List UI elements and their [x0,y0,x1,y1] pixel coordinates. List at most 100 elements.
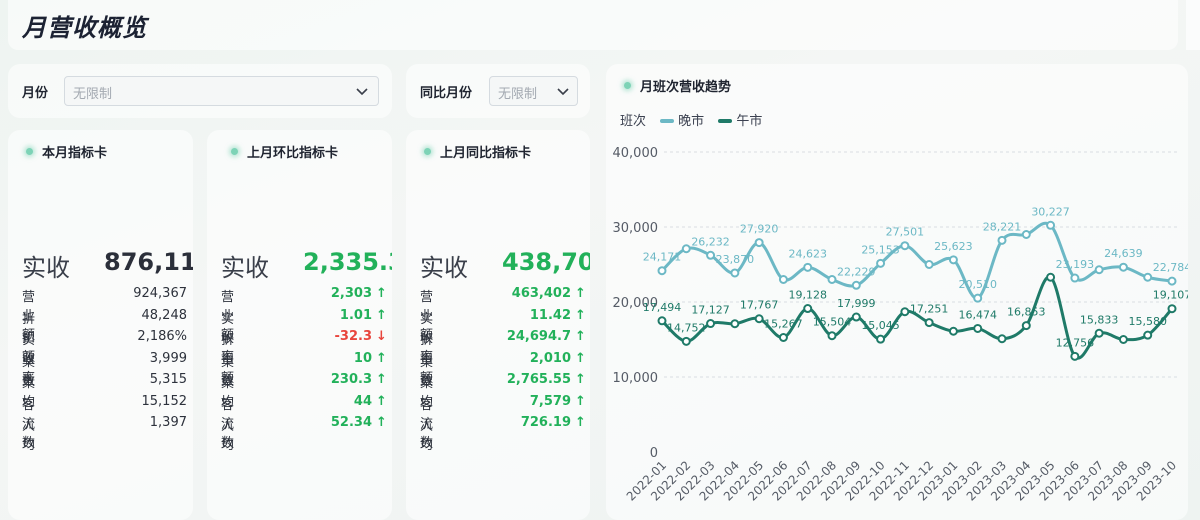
trend-chart-panel: 月班次营收趋势 班次 晚市 午市 0 10,000 20,000 30,000 40,0… [606,64,1188,520]
arrow-up-icon: ↑ [376,393,387,409]
data-label: 27,920 [740,223,779,236]
data-point [1070,351,1080,361]
data-point [803,304,813,314]
metric-value: 52.34 ↑ [330,415,387,430]
data-label: 17,999 [837,297,876,310]
data-point [681,336,691,346]
header-bar: 月营收概览 [8,0,1178,50]
chevron-down-icon [557,88,569,96]
metric-value-number: 44 [353,393,372,409]
yoy-card: 上月同比指标卡 实收 438,707 营业额463,402↑实收率11.42↑折… [406,130,590,520]
metric-value-number: 2,765.55 [506,372,571,387]
arrow-up-icon: ↑ [575,415,586,430]
data-label: 19,128 [788,289,827,302]
data-point [754,314,764,324]
main-metric-value: 876,119 [104,248,193,276]
data-label: 17,251 [910,303,949,316]
metric-value: 44 ↑ [353,393,387,409]
metric-value-number: 463,402 [511,286,571,301]
data-point [778,275,788,284]
metric-value: 15,152 [141,393,188,409]
metric-value: 11.42 ↑ [529,307,586,323]
metric-value: 1.01 ↑ [339,307,387,323]
data-label: 15,833 [1080,313,1119,326]
page-title: 月营收概览 [22,14,147,42]
month-filter-label: 月份 [22,86,49,101]
data-point [1021,230,1031,239]
data-point [706,250,716,260]
arrow-up-icon: ↑ [376,372,387,387]
current-month-card: 本月指标卡 实收 876,119 营业额924,367 折扣额48,248 实收… [8,130,193,520]
month-select[interactable]: 无限制 [64,76,379,106]
data-point [827,331,837,341]
arrow-up-icon: ↑ [575,372,586,387]
data-point [948,326,958,336]
arrow-up-icon: ↑ [376,350,387,366]
metric-value-number: 52.34 [330,415,372,430]
data-point [1046,272,1056,282]
metric-value-number: 2,010 [529,350,571,366]
y-tick-label: 10,000 [613,371,659,386]
data-label: 16,474 [958,308,997,321]
metric-value-number: 11.42 [529,307,571,323]
metric-value: 726.19 ↑ [521,415,586,430]
arrow-up-icon: ↑ [376,307,387,323]
data-point [657,316,667,326]
metric-value: 48,248 [141,307,188,323]
data-point [803,262,813,272]
data-label: 30,227 [1031,205,1070,218]
data-label: 19,107 [1153,289,1188,302]
data-point [1070,273,1080,283]
data-point [997,334,1007,344]
bullet-dot-icon [26,148,33,155]
main-metric-value: 2,335.3 [303,248,392,276]
data-label: 24,171 [643,251,682,264]
card-title: 上月同比指标卡 [424,142,531,161]
card-title: 上月环比指标卡 [231,142,338,161]
y-tick-label: 0 [650,446,658,461]
data-label: 22,784 [1153,261,1188,274]
metric-value: 2,765.55 ↑ [506,372,586,387]
metric-label: 人均 [420,419,434,453]
arrow-up-icon: ↑ [575,350,586,366]
data-label: 20,510 [958,278,997,291]
data-label: 23,870 [716,253,755,266]
arrow-up-icon: ↑ [575,286,586,301]
yoy-month-select[interactable]: 无限制 [489,76,578,106]
yoy-month-select-value: 无限制 [498,87,538,102]
metric-value: 230.3 ↑ [330,372,387,387]
line-chart: 010,00020,00030,00040,0002022-012022-022… [613,146,1189,504]
data-point [876,334,886,344]
data-label: 26,232 [691,235,730,248]
yoy-month-filter-label: 同比月份 [420,86,473,101]
data-point [924,318,934,328]
data-label: 15,267 [764,317,803,330]
data-point [1143,272,1153,282]
data-label: 24,623 [788,247,827,260]
metric-value: 924,367 [133,286,187,301]
data-label: 25,623 [934,240,973,253]
data-label: 15,504 [813,316,852,329]
data-point [948,255,958,265]
data-label: 15,045 [861,319,900,332]
data-point [1143,330,1153,340]
data-point [706,319,716,329]
metric-value: -32.3 ↓ [335,329,387,344]
arrow-up-icon: ↑ [376,415,387,430]
metric-value: 463,402 ↑ [511,286,586,301]
data-label: 15,580 [1128,315,1167,328]
data-point [900,307,910,317]
arrow-up-icon: ↑ [575,307,586,323]
card-title: 本月指标卡 [26,142,107,161]
data-point [900,241,910,251]
metric-value: 3,999 [149,350,187,366]
metric-value-number: 1.01 [339,307,372,323]
data-label: 17,767 [740,299,779,312]
data-point [851,312,861,322]
main-metric-label: 实收 [22,254,70,282]
metric-value-number: 230.3 [330,372,372,387]
data-point [778,332,788,342]
month-select-value: 无限制 [73,87,113,102]
data-label: 28,221 [983,220,1022,233]
data-point [851,280,861,290]
